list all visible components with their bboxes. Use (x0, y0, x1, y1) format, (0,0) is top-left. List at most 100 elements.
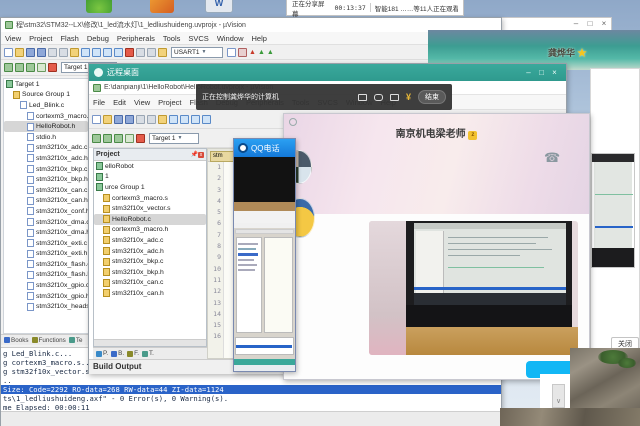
bookmark-icon[interactable] (125, 48, 134, 57)
tab-functions[interactable]: Functions (32, 337, 66, 344)
translate-icon[interactable] (92, 134, 101, 143)
video-thumbnail[interactable] (591, 153, 635, 268)
menu-item[interactable]: Window (213, 34, 248, 43)
panel-hscrollbar[interactable] (94, 339, 206, 346)
tree-item[interactable]: stm32f10x_bkp.c (94, 256, 206, 267)
open-icon[interactable] (15, 48, 24, 57)
tree-item[interactable]: stm32f10x_can.c (94, 278, 206, 289)
copy-icon[interactable] (59, 48, 68, 57)
tab-project[interactable]: P. (96, 350, 108, 357)
target-select[interactable]: Target 1▼ (149, 133, 199, 144)
tree-item[interactable]: stm32f10x_conf.h (4, 206, 88, 217)
tree-item[interactable]: stm32f10x_flash.h (4, 270, 88, 281)
tab-books[interactable]: B. (111, 350, 124, 357)
screen-share-preview[interactable] (234, 223, 295, 371)
close-icon[interactable]: × (548, 68, 561, 77)
forward-icon[interactable] (114, 48, 123, 57)
tab-templates[interactable]: Te (69, 337, 83, 344)
tab-books[interactable]: Books (4, 337, 29, 344)
tree-item[interactable]: stm32f10x_bkp.h (4, 174, 88, 185)
maximize-icon[interactable]: □ (535, 68, 548, 77)
tree-item[interactable]: stm32f10x_dma.c (4, 217, 88, 228)
save-all-icon[interactable] (125, 115, 134, 124)
load-icon[interactable] (48, 63, 57, 72)
download-icon[interactable] (125, 134, 134, 143)
tree-item[interactable]: stm32f10x_gpio.h (4, 291, 88, 302)
window-mode-icon[interactable] (390, 94, 399, 101)
minimize-icon[interactable]: – (569, 18, 583, 30)
build-output-line[interactable]: Size: Code=2292 RO-data=268 RW-data=44 Z… (1, 385, 501, 394)
tree-item[interactable]: stm32f10x_exti.c (4, 238, 88, 249)
build-icon[interactable] (15, 63, 24, 72)
menu-item[interactable]: Flash (56, 34, 82, 43)
download-icon[interactable] (37, 63, 46, 72)
tree-item[interactable]: HelloRobot.h (4, 121, 88, 132)
new-file-icon[interactable] (92, 115, 101, 124)
phone-call-icon[interactable]: ☎ (544, 150, 560, 166)
tree-item[interactable]: stm32f10x_can.h (4, 196, 88, 207)
run-icon[interactable]: ▲ (258, 49, 265, 56)
menu-item[interactable]: Tools (159, 34, 185, 43)
menu-item[interactable]: Peripherals (113, 34, 159, 43)
vip-icon[interactable]: ¥ (406, 92, 411, 102)
tree-item[interactable]: Target 1 (4, 79, 88, 90)
tree-item[interactable]: stdio.h (4, 132, 88, 143)
tree-item[interactable]: cortexm3_macro.h (94, 225, 206, 236)
redo-icon[interactable] (92, 48, 101, 57)
outdent-icon[interactable] (147, 48, 156, 57)
save-icon[interactable] (26, 48, 35, 57)
tree-item[interactable]: stm32f10x_can.h (94, 288, 206, 299)
minimize-icon[interactable]: – (522, 68, 535, 77)
save-icon[interactable] (114, 115, 123, 124)
new-file-icon[interactable] (4, 48, 13, 57)
tree-item[interactable]: cortexm3_macro.s (94, 193, 206, 204)
build-output-line[interactable]: ts\1_ledliushuideng.axf" - 0 Error(s), 0… (1, 394, 501, 403)
step-icon[interactable]: ▲ (267, 49, 274, 56)
forward-icon[interactable] (202, 115, 211, 124)
tree-item[interactable]: stm32f10x_heads.h (4, 301, 88, 312)
tree-item[interactable]: urce Group 1 (94, 182, 206, 193)
menu-item[interactable]: SVCS (184, 34, 212, 43)
tree-item[interactable]: stm32f10x_bkp.c (4, 164, 88, 175)
tree-item[interactable]: stm32f10x_adc.h (4, 153, 88, 164)
menu-item[interactable]: Debug (83, 34, 113, 43)
tree-item[interactable]: 1 (94, 172, 206, 183)
usart-select[interactable]: USART1▼ (171, 47, 223, 58)
menu-item[interactable]: Help (248, 34, 271, 43)
copy-icon[interactable] (147, 115, 156, 124)
uvision-local-titlebar[interactable]: 程\stm32\STM32--LX\修改\1_led流水灯\1_ledliush… (1, 18, 501, 32)
cut-icon[interactable] (136, 115, 145, 124)
cut-icon[interactable] (48, 48, 57, 57)
menu-item[interactable]: File (89, 98, 109, 107)
rebuild-icon[interactable] (26, 63, 35, 72)
paste-icon[interactable] (158, 115, 167, 124)
desktop-icon[interactable] (150, 0, 174, 13)
tree-item[interactable]: Led_Blink.c (4, 100, 88, 111)
save-all-icon[interactable] (37, 48, 46, 57)
load-icon[interactable] (136, 134, 145, 143)
breakpoint-icon[interactable]: ▲ (249, 49, 256, 56)
tree-item[interactable]: cortexm3_macro.h (4, 111, 88, 122)
menu-item[interactable]: View (130, 98, 154, 107)
redo-icon[interactable] (180, 115, 189, 124)
tree-item[interactable]: stm32f10x_exti.h (4, 249, 88, 260)
scrollbar[interactable]: ∨ (552, 384, 565, 408)
speaker-icon[interactable] (374, 94, 383, 101)
tab-templates[interactable]: T. (142, 350, 154, 357)
menu-item[interactable]: Project (25, 34, 56, 43)
menu-item[interactable]: View (1, 34, 25, 43)
tree-item[interactable]: stm32f10x_flash.c (4, 259, 88, 270)
comment-icon[interactable] (158, 48, 167, 57)
pin-icon[interactable]: 📌 (191, 151, 198, 158)
help-search-icon[interactable] (238, 48, 247, 57)
close-icon[interactable]: × (597, 18, 611, 30)
properties-icon[interactable] (227, 48, 236, 57)
tree-item[interactable]: stm32f10x_can.c (4, 185, 88, 196)
undo-icon[interactable] (81, 48, 90, 57)
translate-icon[interactable] (4, 63, 13, 72)
fullscreen-icon[interactable] (358, 94, 367, 101)
word-desktop-icon[interactable]: W (205, 0, 233, 13)
open-icon[interactable] (103, 115, 112, 124)
back-icon[interactable] (191, 115, 200, 124)
qq-call-titlebar[interactable]: QQ电话 (234, 139, 295, 157)
